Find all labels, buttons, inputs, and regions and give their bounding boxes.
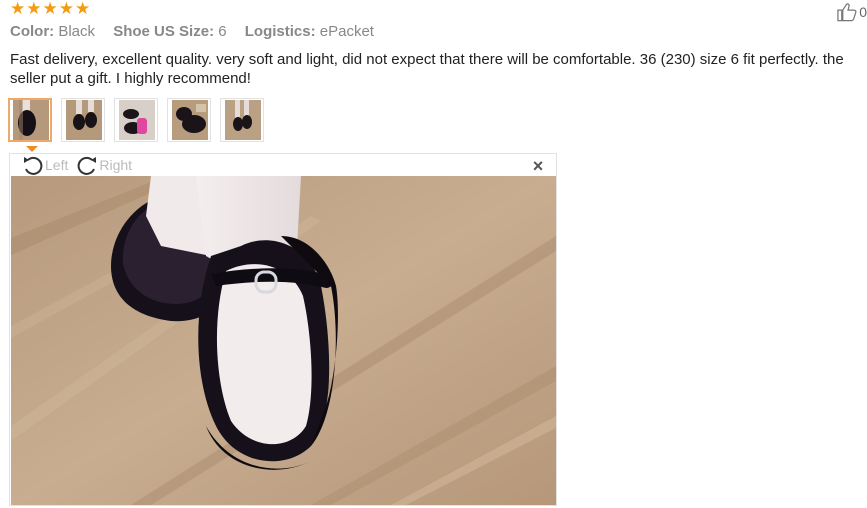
logistics-value: ePacket [319, 23, 374, 40]
thumbnail-2[interactable] [61, 98, 105, 142]
rotate-right-button[interactable]: Right [76, 155, 132, 175]
shoe-photo-image [11, 176, 556, 505]
review-text: Fast delivery, excellent quality. very s… [10, 51, 844, 87]
photo-viewer: Left Right × [9, 153, 557, 506]
rotate-left-label: Left [45, 157, 69, 173]
shoe-photo-thumbnail [66, 100, 102, 140]
size-value: 6 [218, 23, 227, 40]
shoe-photo-thumbnail [119, 100, 155, 140]
rotate-right-label: Right [99, 157, 133, 173]
shoe-photo-thumbnail [225, 100, 261, 140]
rotate-right-icon [77, 156, 97, 175]
thumbnail-1[interactable] [8, 98, 52, 142]
color-label: Color: [10, 23, 55, 40]
helpful-count: 0 [859, 4, 867, 20]
shoe-photo-thumbnail [172, 100, 208, 140]
rotate-left-icon [24, 156, 43, 175]
review-attributes: Color: Black Shoe US Size: 6 Logistics: … [10, 23, 388, 41]
shoe-photo-thumbnail [13, 100, 49, 140]
close-icon[interactable]: × [530, 157, 546, 175]
helpful-button[interactable]: 0 [836, 1, 867, 23]
star-icon: ★ [10, 0, 26, 18]
star-icon: ★ [26, 0, 42, 18]
star-icon: ★ [42, 0, 58, 18]
thumbnail-4[interactable] [167, 98, 211, 142]
rotate-left-button[interactable]: Left [22, 155, 68, 175]
star-icon: ★ [75, 0, 91, 18]
color-value: Black [58, 23, 96, 40]
star-icon: ★ [58, 0, 74, 18]
selected-thumbnail-indicator [26, 146, 38, 152]
thumbnail-5[interactable] [220, 98, 264, 142]
viewer-toolbar: Left Right [22, 154, 140, 176]
photo-thumbnails [8, 98, 264, 142]
thumbs-up-icon [837, 3, 857, 22]
size-label: Shoe US Size: [113, 23, 215, 40]
review-photo [11, 176, 556, 505]
rating-stars: ★ ★ ★ ★ ★ [10, 0, 90, 17]
logistics-label: Logistics: [244, 23, 316, 40]
thumbnail-3[interactable] [114, 98, 158, 142]
